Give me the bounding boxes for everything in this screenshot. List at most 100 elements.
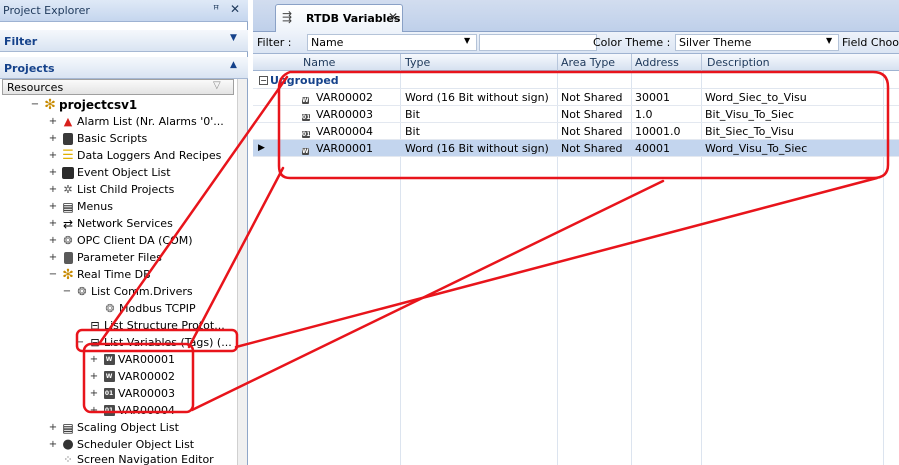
color-theme-value: Silver Theme bbox=[679, 36, 752, 49]
column-divider[interactable] bbox=[400, 54, 401, 71]
collapse-toggle[interactable]: − bbox=[75, 337, 85, 348]
column-divider[interactable] bbox=[631, 54, 632, 71]
resources-combo[interactable]: Resources ▽ bbox=[2, 79, 234, 95]
alarm-bell-icon: ▲ bbox=[63, 115, 73, 128]
menu-icon: ▤ bbox=[62, 199, 74, 214]
collapse-toggle[interactable]: − bbox=[62, 286, 72, 297]
filter-section-header[interactable]: Filter ▼ bbox=[0, 30, 248, 52]
database-icon: ☰ bbox=[62, 148, 74, 163]
filter-field-value: Name bbox=[311, 36, 344, 49]
pin-icon[interactable]: ꟸ bbox=[213, 3, 219, 16]
chevron-down-icon[interactable]: ▼ bbox=[464, 36, 470, 45]
tree-item-network-services[interactable]: + ⇄ Network Services bbox=[48, 215, 173, 232]
row-pointer-icon: ▶ bbox=[258, 143, 265, 153]
expand-toggle[interactable]: + bbox=[48, 184, 58, 195]
tree-item-event-object-list[interactable]: + Event Object List bbox=[48, 164, 171, 181]
table-row[interactable]: 01 VAR00003 Bit Not Shared 1.0 Bit_Visu_… bbox=[253, 106, 899, 123]
expand-toggle[interactable]: + bbox=[89, 354, 99, 365]
tree-item-data-loggers[interactable]: + ☰ Data Loggers And Recipes bbox=[48, 147, 222, 164]
column-header-description[interactable]: Description bbox=[707, 56, 770, 69]
child-projects-icon: ✲ bbox=[63, 183, 73, 196]
column-header-name[interactable]: Name bbox=[303, 56, 335, 69]
tree-item-label: VAR00003 bbox=[118, 387, 175, 400]
filter-text-input[interactable] bbox=[479, 34, 597, 51]
expand-toggle[interactable]: + bbox=[48, 235, 58, 246]
tree-item-opc-client[interactable]: + ❂ OPC Client DA (COM) bbox=[48, 232, 193, 249]
expand-toggle[interactable]: + bbox=[89, 405, 99, 416]
tab-label: RTDB Variables bbox=[306, 12, 401, 25]
projects-section-header[interactable]: Projects ▲ bbox=[0, 57, 248, 79]
close-icon[interactable]: ✕ bbox=[230, 2, 240, 16]
navigation-icon: ⁘ bbox=[63, 453, 73, 465]
cell-name: VAR00004 bbox=[316, 125, 373, 138]
filter-label: Filter : bbox=[257, 36, 292, 49]
expand-toggle[interactable]: + bbox=[48, 252, 58, 263]
bit-var-icon: 01 bbox=[302, 131, 311, 138]
expand-toggle[interactable]: + bbox=[48, 116, 58, 127]
table-row[interactable]: 01 VAR00004 Bit Not Shared 10001.0 Bit_S… bbox=[253, 123, 899, 140]
chevron-up-icon[interactable]: ▲ bbox=[230, 60, 237, 70]
expand-toggle[interactable]: + bbox=[89, 371, 99, 382]
filter-icon[interactable]: ▽ bbox=[213, 80, 221, 91]
tree-item-menus[interactable]: + ▤ Menus bbox=[48, 198, 113, 215]
color-theme-select[interactable]: Silver Theme ▼ bbox=[675, 34, 839, 51]
cell-name: VAR00002 bbox=[316, 91, 373, 104]
tree-item-basic-scripts[interactable]: + Basic Scripts bbox=[48, 130, 147, 147]
expand-toggle[interactable]: + bbox=[89, 388, 99, 399]
tree-item-var00004[interactable]: + 01 VAR00004 bbox=[89, 402, 175, 419]
column-header-address[interactable]: Address bbox=[635, 56, 679, 69]
expand-toggle[interactable]: + bbox=[48, 218, 58, 229]
expand-toggle[interactable]: + bbox=[48, 150, 58, 161]
collapse-toggle[interactable]: − bbox=[30, 99, 40, 110]
tree-item-modbus-tcpip[interactable]: ❂ Modbus TCPIP bbox=[103, 300, 195, 317]
table-row[interactable]: W VAR00002 Word (16 Bit without sign) No… bbox=[253, 89, 899, 106]
cell-area-type: Not Shared bbox=[561, 125, 623, 138]
chevron-down-icon[interactable]: ▼ bbox=[826, 36, 832, 45]
collapse-toggle[interactable]: − bbox=[48, 269, 58, 280]
word-var-icon: W bbox=[302, 148, 309, 155]
field-chooser-button[interactable]: Field Choo bbox=[842, 36, 899, 49]
tree-item-real-time-db[interactable]: − ✻ Real Time DB bbox=[48, 266, 151, 283]
tree-item-var00001[interactable]: + W VAR00001 bbox=[89, 351, 175, 368]
tree-item-scaling-object-list[interactable]: + ▤ Scaling Object List bbox=[48, 419, 179, 436]
tree-item-parameter-files[interactable]: + Parameter Files bbox=[48, 249, 162, 266]
cell-address: 40001 bbox=[635, 142, 670, 155]
column-header-area-type[interactable]: Area Type bbox=[561, 56, 615, 69]
table-row-selected[interactable]: ▶ W VAR00001 Word (16 Bit without sign) … bbox=[253, 140, 899, 157]
rtdb-variables-editor: ⇶ RTDB Variables ✕ Filter : Name ▼ Color… bbox=[253, 0, 899, 465]
grid-column-header: Name Type Area Type Address Description bbox=[253, 54, 899, 71]
tree-item-label: Event Object List bbox=[77, 166, 171, 179]
column-header-type[interactable]: Type bbox=[405, 56, 430, 69]
cell-name: VAR00001 bbox=[316, 142, 373, 155]
column-divider[interactable] bbox=[557, 54, 558, 71]
expand-toggle[interactable]: + bbox=[48, 439, 58, 450]
tree-item-screen-navigation-editor[interactable]: ⁘ Screen Navigation Editor bbox=[61, 451, 213, 465]
tree-item-list-structure-prototypes[interactable]: ⊟ List Structure Protot... bbox=[88, 317, 224, 334]
tree-scrollbar[interactable] bbox=[237, 79, 247, 465]
tree-item-list-variables[interactable]: − ⊟ List Variables (Tags) (... bbox=[75, 334, 232, 351]
tree-item-list-comm-drivers[interactable]: − ❂ List Comm.Drivers bbox=[62, 283, 193, 300]
column-divider[interactable] bbox=[701, 54, 702, 71]
project-explorer-panel: Project Explorer ꟸ ✕ Filter ▼ Projects ▲… bbox=[0, 0, 248, 465]
tree-item-alarm-list[interactable]: + ▲ Alarm List (Nr. Alarms '0'... bbox=[48, 113, 224, 130]
close-icon[interactable]: ✕ bbox=[388, 10, 398, 24]
tree-item-project[interactable]: − ✻ projectcsv1 bbox=[30, 96, 137, 113]
filter-field-select[interactable]: Name ▼ bbox=[307, 34, 477, 51]
tree-item-label: OPC Client DA (COM) bbox=[77, 234, 193, 247]
tree-item-label: projectcsv1 bbox=[59, 97, 138, 112]
chevron-down-icon[interactable]: ▼ bbox=[230, 33, 237, 43]
driver-icon: ❂ bbox=[105, 302, 115, 315]
tree-item-label: Data Loggers And Recipes bbox=[77, 149, 222, 162]
cell-name: VAR00003 bbox=[316, 108, 373, 121]
group-row-ungrouped[interactable]: − Ungrouped bbox=[253, 72, 899, 89]
tree-item-var00002[interactable]: + W VAR00002 bbox=[89, 368, 175, 385]
tree-item-list-child-projects[interactable]: + ✲ List Child Projects bbox=[48, 181, 175, 198]
tree-item-label: Basic Scripts bbox=[77, 132, 148, 145]
expand-toggle[interactable]: + bbox=[48, 201, 58, 212]
expand-toggle[interactable]: + bbox=[48, 133, 58, 144]
tree-item-var00003[interactable]: + 01 VAR00003 bbox=[89, 385, 175, 402]
collapse-toggle[interactable]: − bbox=[259, 76, 268, 85]
expand-toggle[interactable]: + bbox=[48, 422, 58, 433]
expand-toggle[interactable]: + bbox=[48, 167, 58, 178]
tab-rtdb-variables[interactable]: ⇶ RTDB Variables ✕ bbox=[275, 4, 403, 32]
